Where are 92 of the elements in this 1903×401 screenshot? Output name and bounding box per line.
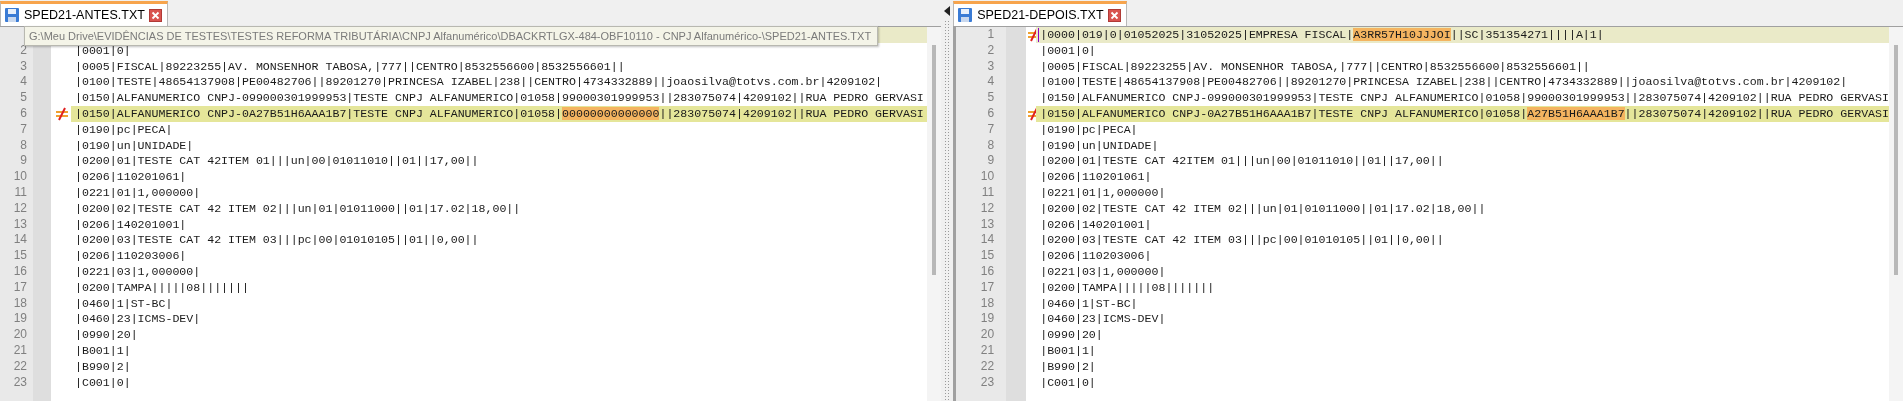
code-line: |C001|0| [75,375,131,389]
line-number: 1 [987,27,995,41]
line-number: 7 [20,121,27,136]
line-number: 2 [987,42,995,57]
code-line: |0150|ALFANUMERICO CNPJ-0A27B51H6AAA1B7|TESTE CNPJ ALFANUMERICO|01058|A27B51H6AAA1B7||283075074|4209102||RUA PEDRO GERVASI [1040,107,1889,120]
code-line: |0200|TAMPA|||||08||||||| [75,280,249,294]
code-line: |B001|1| [75,343,131,357]
code-line: |0100|TESTE|48654137908|PE00482706||89201270|PRINCESA IZABEL|238||CENTRO|4734332889||joaosilva@totvs.com.br|4209102| [1040,75,1848,89]
code-line: |0190|pc|PECA| [1040,122,1138,136]
code-line: |0200|03|TESTE CAT 42 ITEM 03|||pc|00|01010105||01||0,00|| [1040,233,1444,247]
code-line: |0221|01|1,000000| [1040,185,1166,199]
code-line: |0221|01|1,000000| [75,185,201,199]
line-number: 5 [20,90,27,105]
line-number: 13 [980,216,995,231]
code-line: |0206|110203006| [75,249,187,263]
line-number: 10 [13,169,27,184]
line-number: 3 [987,58,995,73]
code-line: |0001|0| [75,43,131,57]
line-number: 12 [13,200,27,215]
line-number: 22 [980,358,995,373]
line-number: 8 [20,137,27,152]
line-number: 3 [20,58,27,73]
file-tab[interactable]: SPED21-DEPOIS.TXT [953,1,1127,26]
code-line: |0000|019|0|01052025|31052025|EMPRESA FISCAL|A3RR57H10JJJOI||SC|351354271||||A|1| [1040,28,1604,41]
code-line: |0990|20| [75,328,138,342]
code-line: |0206|110201061| [75,170,187,184]
line-number: 14 [980,232,995,247]
line-number: 9 [987,153,995,168]
code-line: |0005|FISCAL|89223255|AV. MONSENHOR TABOSA,|777||CENTRO|8532556600|8532556601|| [75,59,625,73]
line-number: 18 [13,295,27,310]
code-line: |0200|TAMPA|||||08||||||| [1040,280,1215,294]
line-number: 9 [20,153,27,168]
code-line: |0200|01|TESTE CAT 42ITEM 01|||un|00|01011010||01||17,00|| [1040,154,1444,168]
code-line: |0200|02|TESTE CAT 42 ITEM 02|||un|01|01011000||01|17.02|18,00|| [75,201,521,215]
code-line: |0100|TESTE|48654137908|PE00482706||89201270|PRINCESA IZABEL|238||CENTRO|4734332889||joaosilva@totvs.com.br|4209102| [75,75,883,89]
line-number: 20 [13,327,27,342]
code-line: |0460|23|ICMS-DEV| [75,312,201,326]
code-line: |B990|2| [75,359,131,373]
code-line: |0150|ALFANUMERICO CNPJ-099000301999953|TESTE CNPJ ALFANUMERICO|01058|99000301999953||283075074|4209102||RUA PEDRO GERVASI [75,91,924,105]
code-line: |0206|140201001| [1040,217,1152,231]
line-number: 4 [987,74,995,89]
file-tab[interactable]: SPED21-ANTES.TXT [0,1,168,26]
line-number: 10 [980,169,995,184]
line-number: 6 [987,106,995,120]
code-line: |0190|un|UNIDADE| [1040,138,1159,152]
line-number: 14 [13,232,27,247]
line-number: 5 [987,90,995,105]
line-number: 12 [980,200,995,215]
line-number: 20 [980,327,995,342]
code-line: |0221|03|1,000000| [1040,264,1166,278]
code-line: |0005|FISCAL|89223255|AV. MONSENHOR TABOSA,|777||CENTRO|8532556600|8532556601|| [1040,59,1590,73]
line-number: 16 [13,263,27,278]
code-line: |0206|110203006| [1040,249,1152,263]
code-line: |0206|110201061| [1040,170,1152,184]
line-number: 15 [13,248,27,263]
line-number: 18 [980,295,995,310]
code-line: |0150|ALFANUMERICO CNPJ-0A27B51H6AAA1B7|TESTE CNPJ ALFANUMERICO|01058|00000000000000||283075074|4209102||RUA PEDRO GERVASI [75,107,924,120]
code-line: |0190|un|UNIDADE| [75,138,194,152]
line-number: 21 [980,342,995,357]
code-line: |0200|02|TESTE CAT 42 ITEM 02|||un|01|01011000||01|17.02|18,00|| [1040,201,1486,215]
code-line: |0460|23|ICMS-DEV| [1040,312,1166,326]
line-number: 22 [13,358,27,373]
code-line: |B001|1| [1040,343,1096,357]
code-line: |0200|03|TESTE CAT 42 ITEM 03|||pc|00|01010105||01||0,00|| [75,233,479,247]
line-number: 11 [14,184,27,199]
code-line: |0150|ALFANUMERICO CNPJ-099000301999953|TESTE CNPJ ALFANUMERICO|01058|99000301999953||283075074|4209102||RUA PEDRO GERVASI [1040,91,1889,105]
line-number: 6 [20,106,27,120]
line-number: 19 [980,311,995,326]
code-line: |0200|01|TESTE CAT 42ITEM 01|||un|00|01011010||01||17,00|| [75,154,479,168]
code-line: |0460|1|ST-BC| [1040,296,1138,310]
line-number: 17 [13,279,27,294]
code-line: |B990|2| [1040,359,1096,373]
code-line: |C001|0| [1040,375,1096,389]
line-number: 4 [20,74,27,89]
code-line: |0206|140201001| [75,217,187,231]
line-number: 8 [987,137,995,152]
line-number: 21 [13,342,27,357]
line-number: 19 [13,311,27,326]
code-line: |0190|pc|PECA| [75,122,173,136]
code-line: |0990|20| [1040,328,1103,342]
code-line: |0460|1|ST-BC| [75,296,173,310]
line-number: 23 [13,374,27,389]
line-number: 11 [981,184,995,199]
line-number: 23 [980,374,995,389]
line-number: 16 [980,263,995,278]
code-line: |0001|0| [1040,43,1096,57]
path-tooltip: G:\Meu Drive\EVIDÊNCIAS DE TESTES\TESTES REFORMA TRIBUTÁRIA\CNPJ Alfanumérico\DBACKRTLGX-484-OBF10110 - CNPJ Alfanumérico-\SPED21-ANTES.TXT [24,26,879,46]
line-number: 13 [13,216,27,231]
code-line: |0221|03|1,000000| [75,264,201,278]
line-number: 17 [980,279,995,294]
line-number: 7 [987,121,995,136]
line-number: 15 [980,248,995,263]
